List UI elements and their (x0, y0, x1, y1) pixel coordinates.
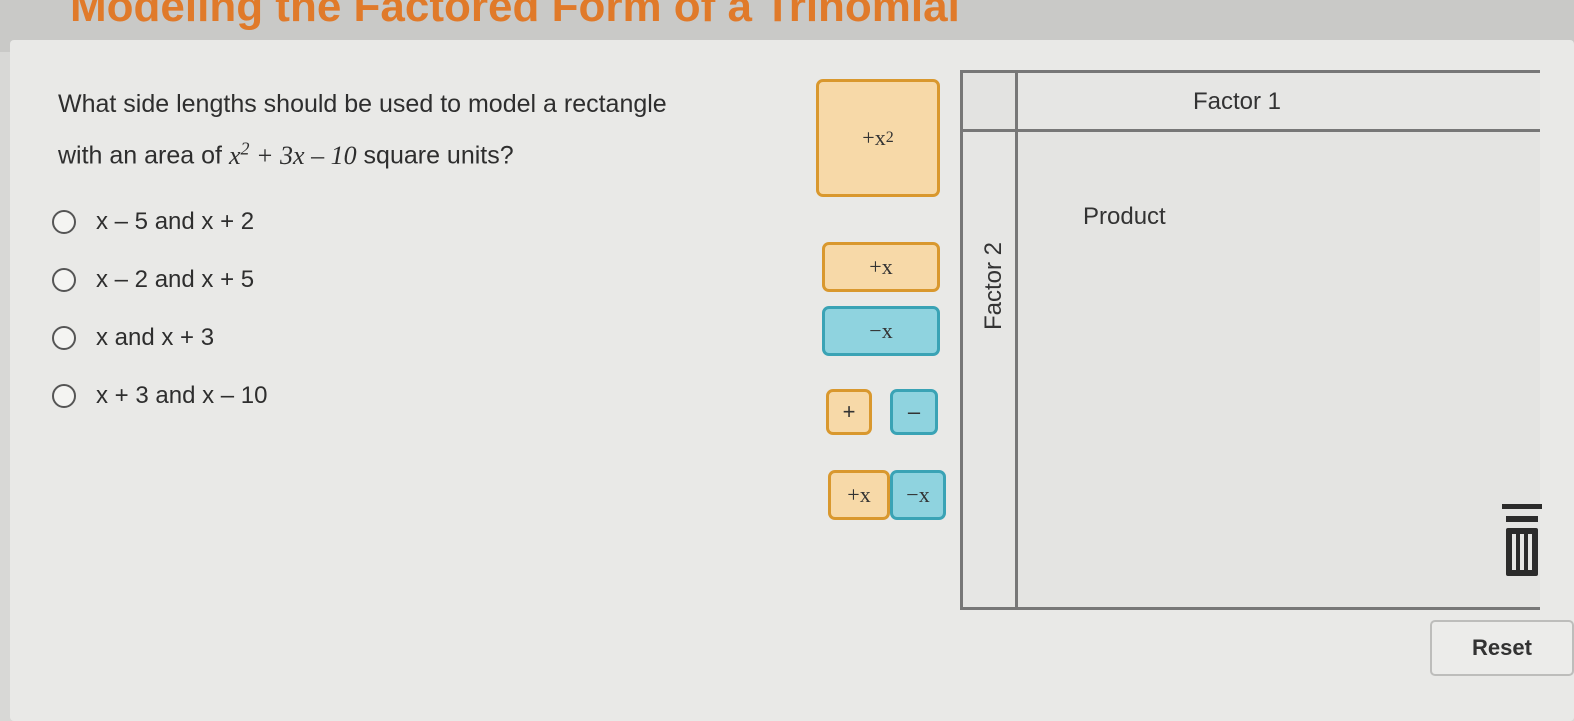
page-title: Modeling the Factored Form of a Trinomia… (70, 0, 960, 31)
option-label: x – 2 and x + 5 (96, 266, 255, 293)
option-2[interactable]: x – 2 and x + 5 (52, 251, 267, 309)
question-line-2: with an area of x2 + 3x – 10 square unit… (58, 126, 798, 178)
radio-button[interactable] (52, 210, 76, 234)
x-squared-tile[interactable]: +x 2 (816, 79, 940, 197)
answer-options: x – 5 and x + 2 x – 2 and x + 5 x and x … (52, 193, 267, 425)
option-label: x + 3 and x – 10 (96, 382, 268, 409)
area-exponent: 2 (240, 138, 250, 158)
radio-button[interactable] (52, 268, 76, 292)
positive-x-tile[interactable]: +x (822, 242, 940, 292)
zero-pair-positive-x-tile[interactable]: +x (828, 470, 890, 520)
factor-1-divider (963, 129, 1540, 132)
area-x: x (228, 140, 241, 170)
area-rest: + 3x – 10 (249, 140, 357, 170)
trash-icon[interactable] (1498, 500, 1546, 582)
grid-corner (963, 73, 1015, 129)
zero-pair-negative-x-tile[interactable]: −x (890, 470, 946, 520)
negative-one-tile[interactable]: – (890, 389, 938, 435)
factor-2-label: Factor 2 (980, 241, 1007, 330)
option-4[interactable]: x + 3 and x – 10 (52, 367, 267, 425)
x-squared-exponent: 2 (885, 129, 894, 146)
positive-one-tile[interactable]: + (826, 389, 872, 435)
product-label: Product (1083, 203, 1166, 230)
factor-2-divider (1015, 73, 1018, 607)
product-grid (960, 70, 1540, 610)
area-expression: x2 + 3x – 10 (228, 138, 357, 170)
question-text: What side lengths should be used to mode… (58, 82, 798, 178)
question-prefix: with an area of (58, 141, 222, 170)
radio-button[interactable] (52, 384, 76, 408)
negative-x-tile[interactable]: −x (822, 306, 940, 356)
question-suffix: square units? (363, 141, 514, 170)
factor-1-label: Factor 1 (1193, 88, 1282, 115)
x-squared-base: +x (862, 125, 886, 150)
option-3[interactable]: x and x + 3 (52, 309, 267, 367)
option-label: x and x + 3 (96, 324, 215, 351)
option-label: x – 5 and x + 2 (96, 208, 255, 235)
option-1[interactable]: x – 5 and x + 2 (52, 193, 267, 251)
question-line-1: What side lengths should be used to mode… (58, 90, 667, 118)
reset-button[interactable]: Reset (1430, 620, 1574, 676)
radio-button[interactable] (52, 326, 76, 350)
